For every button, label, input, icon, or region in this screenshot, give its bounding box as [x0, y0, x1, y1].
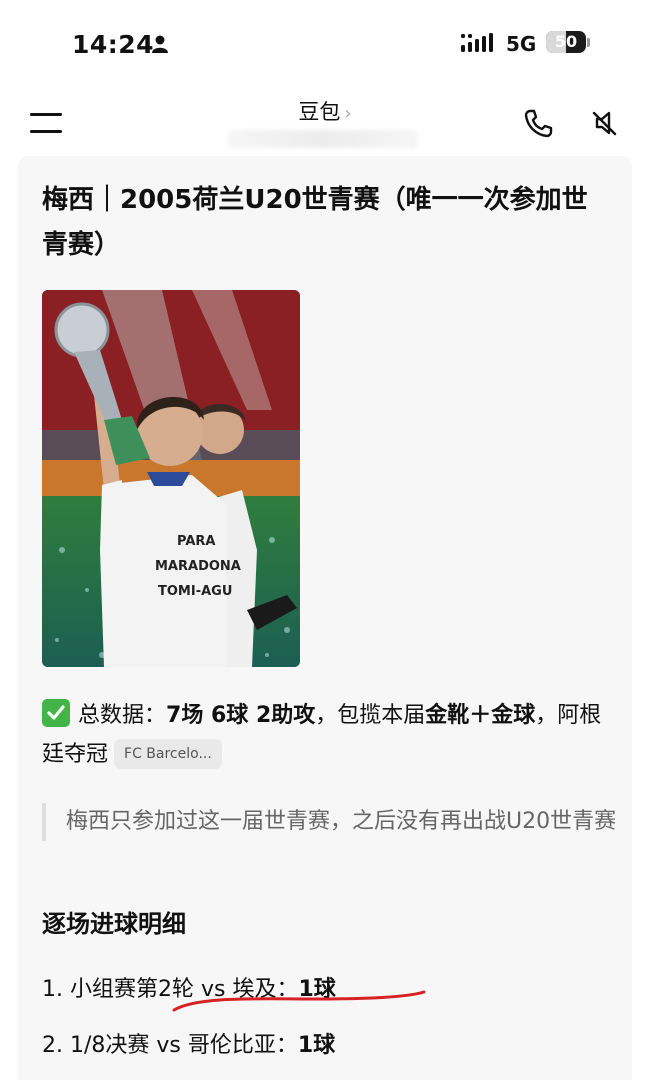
red-underline-annotation [172, 990, 426, 1012]
summary-lead: 总数据： [78, 703, 167, 728]
summary-award: 金靴＋金球 [425, 703, 536, 728]
article-title: 梅西｜2005荷兰U20世青赛（唯一一次参加世青赛） [42, 185, 588, 260]
section-heading: 逐场进球明细 [42, 910, 186, 938]
network-label: 5G [506, 32, 537, 56]
source-chip[interactable]: FC Barcelo... [114, 739, 222, 769]
summary-paragraph: 总数据：7场 6球 2助攻，包揽本届金靴＋金球，阿根廷夺冠 FC Barcelo.… [42, 696, 617, 774]
status-time: 14:24 [72, 30, 155, 59]
goal-index: 1. [42, 977, 63, 1002]
app-title-label: 豆包 [298, 100, 341, 124]
status-bar: 14:24 5G 50 [0, 0, 650, 88]
message-card: 梅西｜2005荷兰U20世青赛（唯一一次参加世青赛） PARA MARADONA… [18, 156, 632, 1080]
summary-mid: ，包揽本届 [315, 703, 426, 728]
phone-icon[interactable] [522, 107, 554, 139]
check-icon [42, 699, 70, 727]
shirt-text-1: PARA [177, 534, 215, 549]
summary-stats: 7场 6球 2助攻 [166, 703, 316, 728]
person-icon [152, 35, 168, 53]
battery-icon: 50 [546, 31, 592, 55]
battery-percent: 50 [554, 32, 578, 51]
shirt-text-2: MARADONA [155, 559, 241, 574]
chevron-right-icon: › [344, 103, 352, 124]
goal-count: 1球 [297, 1033, 336, 1058]
signal-icon [461, 33, 493, 52]
goal-match: 1/8决赛 vs 哥伦比亚： [70, 1033, 298, 1058]
messi-photo[interactable]: PARA MARADONA TOMI-AGU [42, 290, 300, 667]
list-item: 2. 1/8决赛 vs 哥伦比亚：1球 [42, 1024, 612, 1080]
mute-icon[interactable] [588, 107, 620, 139]
shirt-text-3: TOMI-AGU [158, 584, 232, 599]
blurred-subtitle [228, 130, 418, 148]
goal-index: 2. [42, 1033, 63, 1058]
quote-block: 梅西只参加过这一届世青赛，之后没有再出战U20世青赛 [42, 803, 626, 841]
